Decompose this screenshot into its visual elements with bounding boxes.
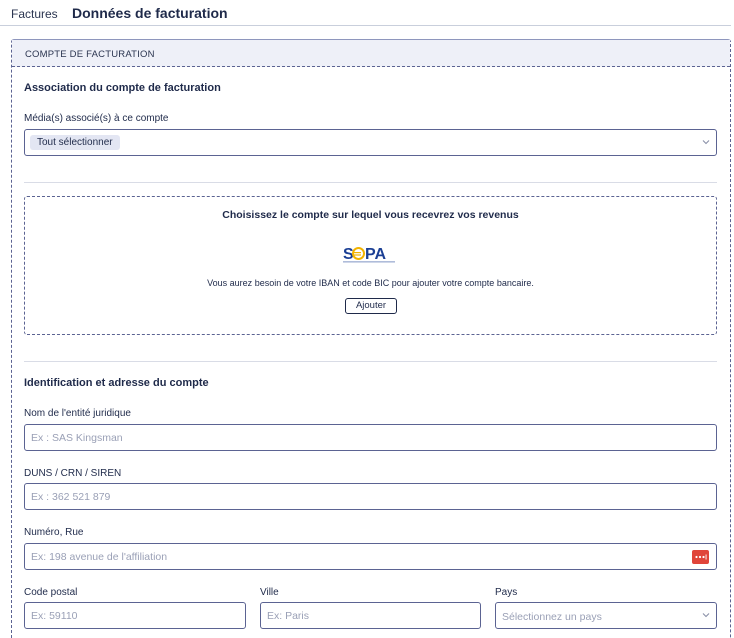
postal-input[interactable] [31,603,237,628]
sepa-logo: S PA [341,245,399,265]
country-placeholder: Sélectionnez un pays [502,611,602,623]
street-field[interactable] [24,543,717,570]
postal-label: Code postal [24,587,78,598]
tab-donnees-facturation[interactable]: Données de facturation [72,5,228,21]
city-label: Ville [260,587,279,598]
bank-account-box: Choisissez le compte sur lequel vous rec… [24,196,717,335]
card-header-title: COMPTE DE FACTURATION [25,49,155,60]
media-select[interactable]: Tout sélectionner [24,129,717,156]
chevron-down-icon [702,611,710,619]
add-bank-account-button[interactable]: Ajouter [345,298,397,314]
duns-input[interactable] [31,484,708,509]
duns-field[interactable] [24,483,717,510]
tab-bar: Factures Données de facturation [0,0,731,26]
country-select[interactable]: Sélectionnez un pays [495,602,717,629]
country-label: Pays [495,587,518,598]
card-header: COMPTE DE FACTURATION [12,40,730,67]
tab-factures[interactable]: Factures [11,7,58,21]
street-label: Numéro, Rue [24,527,84,538]
divider [24,361,717,362]
city-field[interactable] [260,602,481,629]
media-label: Média(s) associé(s) à ce compte [24,113,169,124]
password-manager-icon[interactable] [692,550,709,564]
association-title: Association du compte de facturation [24,82,221,94]
legal-name-input[interactable] [31,425,708,450]
svg-text:PA: PA [365,246,386,263]
legal-name-label: Nom de l'entité juridique [24,408,131,419]
legal-name-field[interactable] [24,424,717,451]
identification-title: Identification et adresse du compte [24,377,209,389]
chevron-down-icon [702,138,710,146]
duns-label: DUNS / CRN / SIREN [24,468,122,479]
city-input[interactable] [267,603,472,628]
bank-title: Choisissez le compte sur lequel vous rec… [222,209,519,221]
bank-description: Vous aurez besoin de votre IBAN et code … [207,278,534,288]
postal-field[interactable] [24,602,246,629]
divider [24,182,717,183]
media-chip-select-all[interactable]: Tout sélectionner [30,135,120,150]
street-input[interactable] [31,544,708,569]
